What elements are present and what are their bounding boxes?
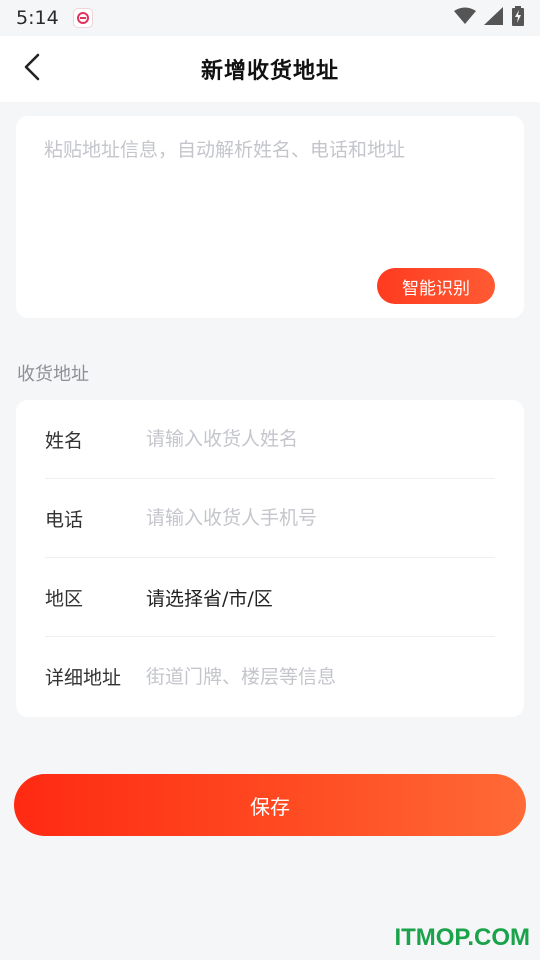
form-row-name: 姓名 <box>45 400 495 479</box>
watermark: ITMOP.COM <box>394 924 530 951</box>
status-time: 5:14 <box>16 7 59 29</box>
form-row-phone: 电话 <box>45 479 495 558</box>
smart-recognize-button[interactable]: 智能识别 <box>377 268 495 304</box>
region-selector[interactable]: 请选择省/市/区 <box>146 584 495 611</box>
chevron-left-icon <box>23 53 41 85</box>
region-label: 地区 <box>45 587 84 610</box>
nav-bar: 新增收货地址 <box>0 36 540 102</box>
back-button[interactable] <box>8 45 56 93</box>
form-row-detail: 详细地址 <box>45 637 495 716</box>
signal-icon <box>484 7 504 29</box>
detail-address-field[interactable] <box>146 665 495 688</box>
name-label: 姓名 <box>45 429 84 452</box>
status-icons <box>454 6 524 30</box>
phone-label: 电话 <box>45 508 84 531</box>
address-paste-input[interactable] <box>44 136 504 276</box>
battery-charging-icon <box>512 6 524 30</box>
app-notification-icon <box>72 8 93 28</box>
address-form-card: 姓名 电话 地区 请选择省/市/区 详细地址 <box>16 400 524 717</box>
status-bar: 5:14 <box>0 0 540 36</box>
name-field[interactable] <box>146 428 495 450</box>
section-label: 收货地址 <box>17 364 89 385</box>
detail-address-label: 详细地址 <box>45 667 122 689</box>
phone-field[interactable] <box>146 507 495 529</box>
save-button[interactable]: 保存 <box>14 774 526 836</box>
address-paste-card: 智能识别 <box>16 116 524 318</box>
wifi-icon <box>454 7 476 29</box>
form-row-region[interactable]: 地区 请选择省/市/区 <box>45 558 495 637</box>
page-title: 新增收货地址 <box>200 59 339 84</box>
